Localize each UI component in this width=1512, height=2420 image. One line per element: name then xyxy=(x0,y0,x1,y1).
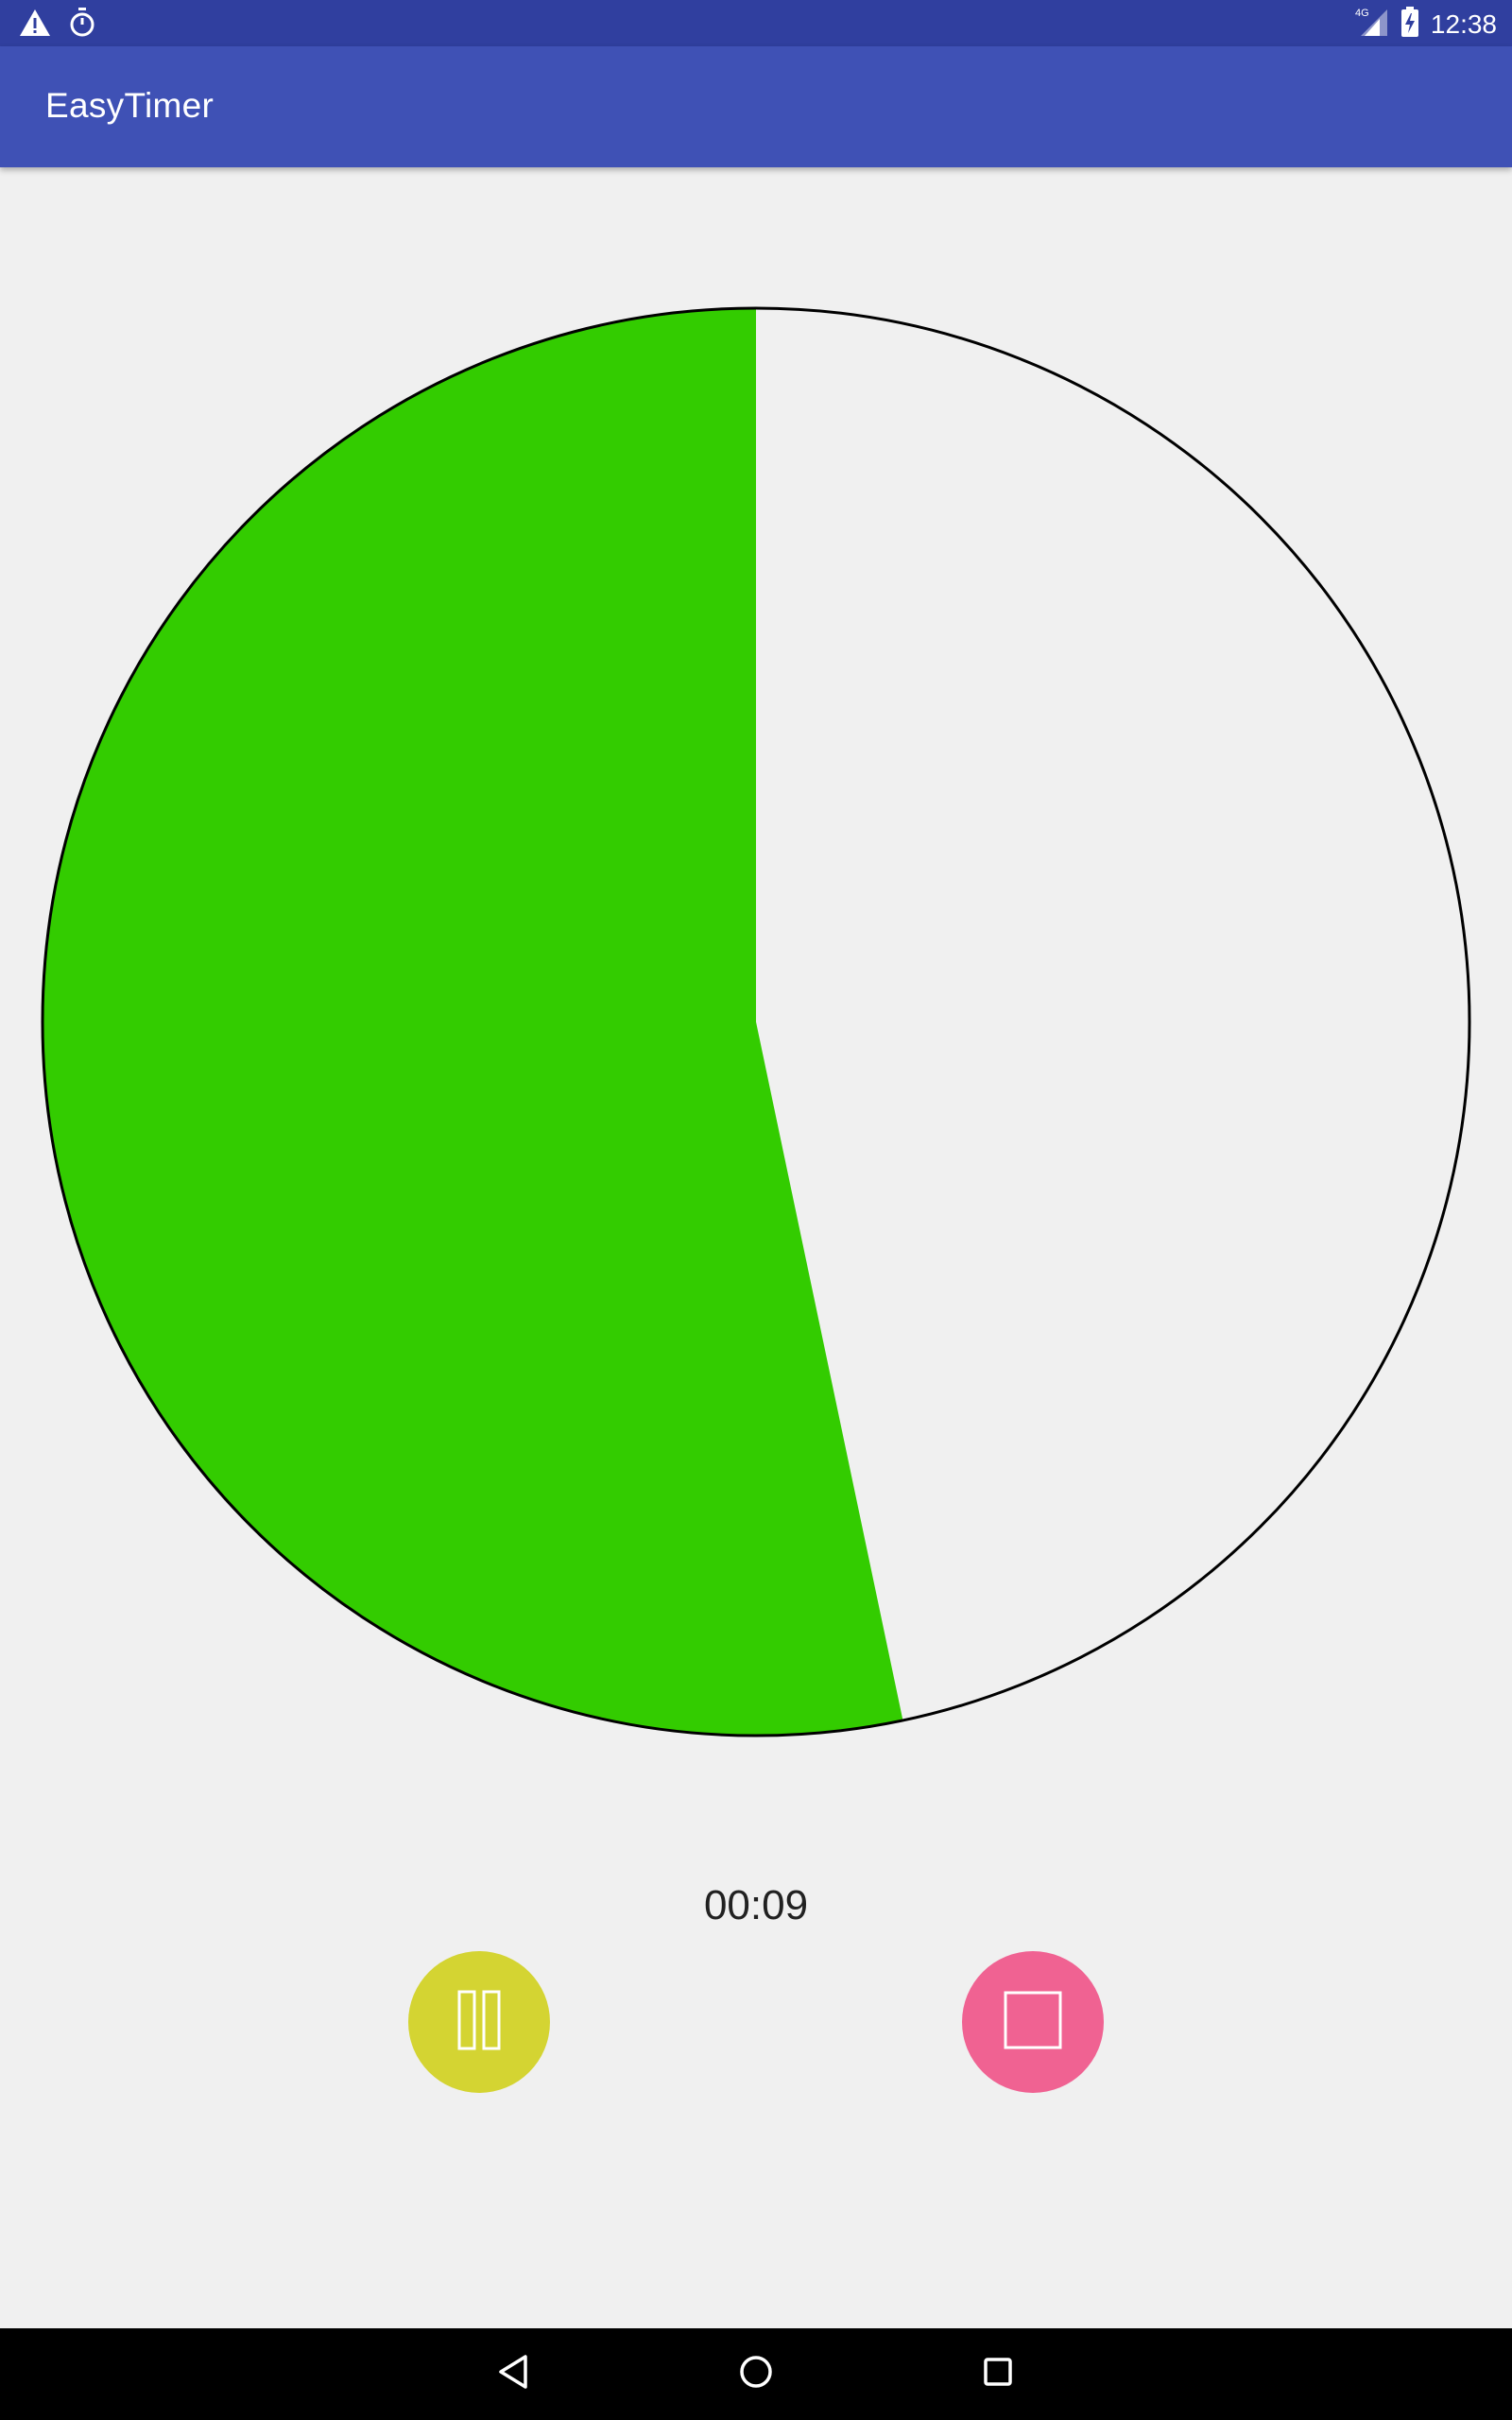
battery-charging-icon xyxy=(1400,7,1419,42)
timer-pie xyxy=(41,306,1471,1737)
pause-icon xyxy=(456,1990,502,2055)
nav-home-button[interactable] xyxy=(726,2343,786,2404)
status-bar: 4G 12:38 xyxy=(0,0,1512,46)
home-icon xyxy=(737,2353,775,2395)
pause-button[interactable] xyxy=(408,1951,550,2093)
recents-icon xyxy=(979,2353,1017,2395)
nav-recents-button[interactable] xyxy=(968,2343,1028,2404)
warning-icon xyxy=(19,9,51,42)
network-label: 4G xyxy=(1355,8,1369,19)
status-time: 12:38 xyxy=(1430,9,1497,39)
status-left-icons xyxy=(19,8,96,43)
stop-icon xyxy=(1004,1991,1062,2054)
app-title: EasyTimer xyxy=(45,86,215,125)
app-bar: EasyTimer xyxy=(0,46,1512,167)
status-right-icons: 4G 12:38 xyxy=(1355,6,1497,43)
navigation-bar xyxy=(0,2328,1512,2420)
nav-back-button[interactable] xyxy=(484,2343,544,2404)
signal-icon: 4G xyxy=(1355,6,1389,43)
back-icon xyxy=(495,2353,533,2395)
stopwatch-icon xyxy=(68,8,96,43)
time-display: 00:09 xyxy=(703,1882,809,1928)
stop-button[interactable] xyxy=(962,1951,1104,2093)
